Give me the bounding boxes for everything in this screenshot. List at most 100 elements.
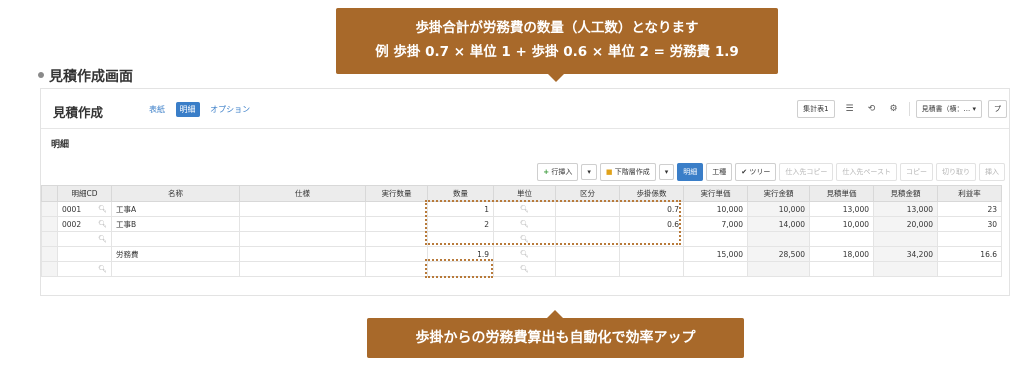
search-icon[interactable]: 🔍︎ — [498, 250, 551, 258]
tree-toggle[interactable]: ✔ ツリー — [735, 163, 777, 181]
cell-exec-amount: 14,000 — [747, 216, 810, 232]
section-title: 明細 — [51, 140, 70, 150]
tab-detail[interactable]: 明細 — [175, 102, 200, 117]
row-handle[interactable] — [41, 231, 58, 247]
cell-exec-price[interactable]: 7,000 — [683, 216, 748, 232]
paste-dest-button[interactable]: 仕入先ペースト — [836, 163, 897, 181]
callout-top-line2: 例 歩掛 0.7 × 単位 1 + 歩掛 0.6 × 単位 2 = 労務費 1.… — [375, 44, 739, 60]
cell-exec-price[interactable] — [683, 231, 748, 247]
cell-name[interactable]: 工事A — [111, 201, 240, 217]
row-handle[interactable] — [41, 201, 58, 217]
cell-margin[interactable]: 30 — [937, 216, 1002, 232]
cell-spec[interactable] — [239, 231, 366, 247]
cell-unit[interactable]: 🔍︎ — [493, 261, 556, 277]
document-select[interactable]: 見積書（横：... ▾ — [915, 100, 982, 118]
cell-exec-amount — [747, 231, 810, 247]
cell-name[interactable]: 工事B — [111, 216, 240, 232]
row-handle[interactable] — [41, 261, 58, 277]
cell-exec-qty[interactable] — [365, 261, 428, 277]
cell-cd[interactable]: 🔍︎ — [57, 261, 112, 277]
history-icon[interactable]: ⟲ — [865, 102, 879, 116]
cell-est-price[interactable]: 13,000 — [809, 201, 874, 217]
cell-unit[interactable]: 🔍︎ — [493, 246, 556, 262]
col-header[interactable]: 見積単価 — [809, 185, 874, 202]
create-sublevel-button[interactable]: ■ 下階層作成 — [599, 163, 656, 181]
search-icon[interactable]: 🔍︎ — [498, 265, 551, 273]
row-handle[interactable] — [41, 246, 58, 262]
cell-cd[interactable]: 0002 🔍︎ — [57, 216, 112, 232]
cell-spec[interactable] — [239, 201, 366, 217]
cell-est-price[interactable] — [809, 231, 874, 247]
cell-exec-qty[interactable] — [365, 231, 428, 247]
cell-exec-price[interactable]: 15,000 — [683, 246, 748, 262]
cell-est-price[interactable] — [809, 261, 874, 277]
col-header[interactable]: 明細CD — [57, 185, 112, 202]
cell-margin[interactable] — [937, 231, 1002, 247]
summary-button[interactable]: 集計表1 — [797, 100, 835, 118]
search-icon[interactable]: 🔍︎ — [98, 205, 107, 213]
more-button[interactable]: プ — [988, 100, 1007, 118]
create-sublevel-dropdown[interactable]: ▾ — [658, 164, 675, 180]
cut-button[interactable]: 切り取り — [936, 163, 976, 181]
cell-name[interactable]: 労務費 — [111, 246, 240, 262]
search-icon[interactable]: 🔍︎ — [98, 265, 107, 273]
col-header[interactable]: 名称 — [111, 185, 240, 202]
col-header[interactable]: 利益率 — [937, 185, 1002, 202]
cell-spec[interactable] — [239, 246, 366, 262]
detail-toggle[interactable]: 明細 — [677, 163, 704, 181]
cell-est-price[interactable]: 18,000 — [809, 246, 874, 262]
row-handle[interactable] — [41, 216, 58, 232]
cell-kubun[interactable] — [555, 261, 620, 277]
cell-name[interactable] — [111, 231, 240, 247]
cell-exec-amount: 10,000 — [747, 201, 810, 217]
cell-est-amount — [873, 231, 938, 247]
bullet-dot — [38, 72, 44, 78]
cell-spec[interactable] — [239, 216, 366, 232]
col-header[interactable]: 実行単価 — [683, 185, 748, 202]
copy-dest-button[interactable]: 仕入先コピー — [779, 163, 834, 181]
col-header[interactable]: 実行数量 — [365, 185, 428, 202]
cell-margin[interactable]: 23 — [937, 201, 1002, 217]
search-icon[interactable]: 🔍︎ — [98, 235, 107, 243]
list-icon[interactable]: ☰ — [843, 102, 857, 116]
check-icon: ✔ — [741, 168, 748, 176]
cell-coef[interactable] — [619, 246, 684, 262]
col-header[interactable]: 見積金額 — [873, 185, 938, 202]
cell-name[interactable] — [111, 261, 240, 277]
cell-exec-qty[interactable] — [365, 246, 428, 262]
app-window: 見積作成 表紙 明細 オプション 集計表1 ☰ ⟲ ⚙ 見積書（横：... ▾ … — [40, 88, 1010, 296]
work-toggle[interactable]: 工種 — [706, 163, 733, 181]
divider — [908, 102, 910, 116]
copy-button[interactable]: コピー — [900, 163, 933, 181]
cell-cd[interactable]: 0001 🔍︎ — [57, 201, 112, 217]
cell-cd[interactable] — [57, 246, 112, 262]
insert-row-button[interactable]: + 行挿入 — [537, 163, 579, 181]
tab-cover[interactable]: 表紙 — [145, 102, 169, 117]
tab-options[interactable]: オプション — [206, 102, 254, 117]
col-header[interactable]: 実行金額 — [747, 185, 810, 202]
plus-icon: + — [543, 168, 550, 176]
cell-spec[interactable] — [239, 261, 366, 277]
cell-exec-price[interactable]: 10,000 — [683, 201, 748, 217]
cell-margin[interactable]: 16.6 — [937, 246, 1002, 262]
cell-est-amount: 13,000 — [873, 201, 938, 217]
search-icon[interactable]: 🔍︎ — [98, 220, 107, 228]
col-header[interactable]: 仕様 — [239, 185, 366, 202]
cell-margin[interactable] — [937, 261, 1002, 277]
cell-est-price[interactable]: 10,000 — [809, 216, 874, 232]
cell-exec-qty[interactable] — [365, 201, 428, 217]
table-row[interactable]: 労務費 1.9 🔍︎ 15,000 28,500 18,000 34,200 1… — [41, 246, 1002, 262]
page-heading-label: 見積作成画面 — [49, 69, 133, 85]
row-header-corner — [41, 185, 58, 202]
insert-row-dropdown[interactable]: ▾ — [581, 164, 597, 180]
cell-coef[interactable] — [619, 261, 684, 277]
cell-est-amount: 34,200 — [873, 246, 938, 262]
table-row[interactable]: 🔍︎ 🔍︎ — [41, 261, 1002, 277]
cell-exec-price[interactable] — [683, 261, 748, 277]
insert-button[interactable]: 挿入 — [979, 163, 1005, 181]
cell-exec-qty[interactable] — [365, 216, 428, 232]
cell-kubun[interactable] — [555, 246, 620, 262]
cell-cd[interactable]: 🔍︎ — [57, 231, 112, 247]
page-heading: 見積作成画面 — [38, 66, 133, 86]
gear-icon[interactable]: ⚙ — [887, 102, 901, 116]
